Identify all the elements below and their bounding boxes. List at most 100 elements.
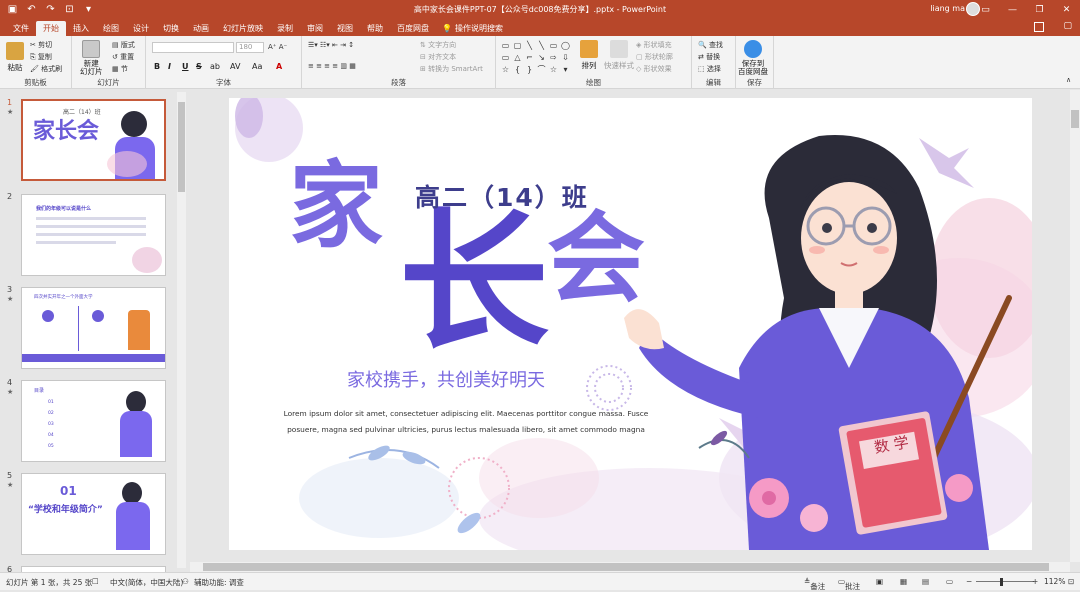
select-button[interactable]: ⬚ 选择 <box>698 64 721 74</box>
user-name[interactable]: liang ma <box>930 4 965 13</box>
tab-4[interactable]: 设计 <box>126 21 156 36</box>
tab-9[interactable]: 审阅 <box>300 21 330 36</box>
tab-10[interactable]: 视图 <box>330 21 360 36</box>
quick-styles-button[interactable]: 快速样式 <box>604 40 634 71</box>
format-painter-button[interactable]: 🖌 格式刷 <box>30 64 62 74</box>
tab-3[interactable]: 绘图 <box>96 21 126 36</box>
paragraph-group: ☰▾ ☷▾ ⇤ ⇥ ↕ ≡ ≡ ≡ ≡ ▥ ▦ ⇅ 文字方向 ⊟ 对齐文本 ⊞ … <box>302 36 496 89</box>
strikethrough-button[interactable]: S <box>196 62 202 71</box>
thumbnail-slide-5[interactable]: 01 “学校和年级简介” <box>21 473 166 555</box>
title-bar: ▣ ↶ ↷ ⊡ ▾ 高中家长会课件PPT-07【公众号dc008免费分享】.pp… <box>0 0 1080 19</box>
slideshow-icon[interactable]: ▭ <box>946 577 953 586</box>
zoom-slider-thumb[interactable] <box>1000 578 1003 586</box>
accessibility-icon[interactable]: ⚇ <box>182 577 189 586</box>
shape-fill-button[interactable]: ◈ 形状填充 <box>636 40 672 50</box>
zoom-in-icon[interactable]: + <box>1032 577 1038 586</box>
zoom-slider[interactable] <box>976 581 1034 582</box>
thumbnail-number: 4 <box>7 378 13 387</box>
text-direction-button[interactable]: ⇅ 文字方向 <box>420 40 456 50</box>
bullets-icon[interactable]: ☰▾ ☷▾ ⇤ ⇥ ↕ <box>308 41 354 49</box>
zoom-out-icon[interactable]: − <box>966 577 972 586</box>
editing-group-label: 编辑 <box>706 78 721 87</box>
ribbon-display-icon[interactable]: ▭ <box>972 0 999 19</box>
char-spacing-button[interactable]: AV <box>230 62 240 71</box>
reset-button[interactable]: ↺ 重置 <box>112 52 134 62</box>
align-text-button[interactable]: ⊟ 对齐文本 <box>420 52 456 62</box>
save-to-baidu-button[interactable]: 保存到 百度网盘 <box>738 40 768 76</box>
layout-button[interactable]: ▤ 版式 <box>112 40 135 50</box>
thumbnail-slide-2[interactable]: 我们的年级可以说是什么 <box>21 194 166 276</box>
tab-11[interactable]: 帮助 <box>360 21 390 36</box>
spellcheck-icon[interactable]: ☐ <box>92 577 99 586</box>
close-icon[interactable]: ✕ <box>1053 0 1080 19</box>
body-text[interactable]: Lorem ipsum dolor sit amet, consectetuer… <box>281 406 651 438</box>
slide-sorter-icon[interactable]: ▦ <box>900 577 907 586</box>
clipboard-group: 粘贴 ✂ 剪切 ⎘ 复制 🖌 格式刷 剪贴板 <box>0 36 72 89</box>
underline-button[interactable]: U <box>182 62 189 71</box>
title-char-jia[interactable]: 家 <box>289 160 383 254</box>
font-size-input[interactable]: 180 <box>236 42 264 53</box>
tab-5[interactable]: 切换 <box>156 21 186 36</box>
bold-button[interactable]: B <box>154 62 160 71</box>
class-title[interactable]: 高二（14）班 <box>415 178 589 214</box>
copy-button[interactable]: ⎘ 复制 <box>30 52 52 62</box>
animation-star-icon: ★ <box>7 295 14 303</box>
paste-button[interactable]: 粘贴 <box>6 42 24 73</box>
tab-8[interactable]: 录制 <box>270 21 300 36</box>
thumbnail-slide-3[interactable]: 四次并实开年之一个外面大学 <box>21 287 166 369</box>
slides-group: 新建 幻灯片 ▤ 版式 ↺ 重置 ▦ 节 幻灯片 <box>72 36 146 89</box>
tab-2[interactable]: 插入 <box>66 21 96 36</box>
align-icons[interactable]: ≡ ≡ ≡ ≡ ▥ ▦ <box>308 62 356 70</box>
minimize-icon[interactable]: — <box>999 0 1026 19</box>
smartart-button[interactable]: ⊞ 转换为 SmartArt <box>420 64 483 74</box>
slide-horizontal-scrollbar[interactable] <box>190 562 1070 572</box>
font-color-button[interactable]: A <box>276 62 282 71</box>
status-bar: 幻灯片 第 1 张，共 25 张 ☐ 中文(简体，中国大陆) ⚇ 辅助功能: 调… <box>0 572 1080 591</box>
collapse-ribbon-icon[interactable]: ∧ <box>1066 76 1071 84</box>
window-title: 高中家长会课件PPT-07【公众号dc008免费分享】.pptx - Power… <box>413 5 667 14</box>
new-slide-button[interactable]: 新建 幻灯片 <box>80 40 103 76</box>
italic-button[interactable]: I <box>168 62 171 71</box>
shape-outline-button[interactable]: ▢ 形状轮廓 <box>636 52 673 62</box>
font-name-input[interactable] <box>152 42 234 53</box>
tab-12[interactable]: 百度网盘 <box>390 21 436 36</box>
increase-font-icon[interactable]: A⁺ A⁻ <box>268 43 287 51</box>
slide-subtitle[interactable]: 家校携手，共创美好明天 <box>347 366 545 392</box>
comments-icon[interactable]: ▢ <box>1063 21 1072 31</box>
replace-button[interactable]: ⇄ 替换 <box>698 52 720 62</box>
restore-icon[interactable]: ❐ <box>1026 0 1053 19</box>
section-button[interactable]: ▦ 节 <box>112 64 128 74</box>
change-case-button[interactable]: Aa <box>252 62 262 71</box>
notes-button[interactable]: ≜ 备注 <box>804 577 825 591</box>
shape-effects-button[interactable]: ◇ 形状效果 <box>636 64 672 74</box>
tab-0[interactable]: 文件 <box>6 21 36 36</box>
font-group: 180 A⁺ A⁻ B I U S ab AV Aa A 字体 <box>146 36 302 89</box>
normal-view-icon[interactable]: ▣ <box>876 577 883 586</box>
title-char-zhang[interactable]: 长 <box>399 208 549 358</box>
zoom-level[interactable]: 112% <box>1044 577 1065 586</box>
title-char-hui[interactable]: 会 <box>547 210 645 308</box>
paragraph-group-label: 段落 <box>391 78 406 87</box>
language-indicator[interactable]: 中文(简体，中国大陆) <box>110 577 183 588</box>
arrange-button[interactable]: 排列 <box>580 40 598 71</box>
reading-view-icon[interactable]: ▤ <box>922 577 929 586</box>
thumbnail-number: 3 <box>7 285 13 294</box>
fit-to-window-icon[interactable]: ⊡ <box>1068 577 1074 586</box>
slide-vertical-scrollbar[interactable] <box>1070 90 1080 562</box>
shapes-gallery[interactable]: ▭ ▢ ╲ ╲ ▭ ◯ ▭ △ ⌐ ↘ ⇨ ⇩ ☆{} ⌒ ☆ ▾ <box>500 40 574 74</box>
save-group: 保存到 百度网盘 保存 <box>736 36 774 89</box>
share-icon[interactable] <box>1034 22 1044 32</box>
current-slide[interactable]: 家 长 会 高二（14）班 家校携手，共创美好明天 Lorem ipsum do… <box>229 98 1032 550</box>
comments-button[interactable]: ▭ 批注 <box>838 577 860 591</box>
tab-1[interactable]: 开始 <box>36 21 66 36</box>
tell-me-search[interactable]: 💡 操作说明搜索 <box>442 21 503 36</box>
shadow-button[interactable]: ab <box>210 62 220 71</box>
thumbnail-slide-1[interactable]: 家长会 高二（14）班 <box>21 99 166 181</box>
thumbnail-scrollbar[interactable] <box>177 92 186 568</box>
thumbnail-slide-4[interactable]: 目录 01 02 03 04 05 <box>21 380 166 462</box>
accessibility-status[interactable]: 辅助功能: 调查 <box>194 577 244 588</box>
tab-6[interactable]: 动画 <box>186 21 216 36</box>
cut-button[interactable]: ✂ 剪切 <box>30 40 52 50</box>
tab-7[interactable]: 幻灯片放映 <box>216 21 270 36</box>
find-button[interactable]: 🔍 查找 <box>698 40 723 50</box>
